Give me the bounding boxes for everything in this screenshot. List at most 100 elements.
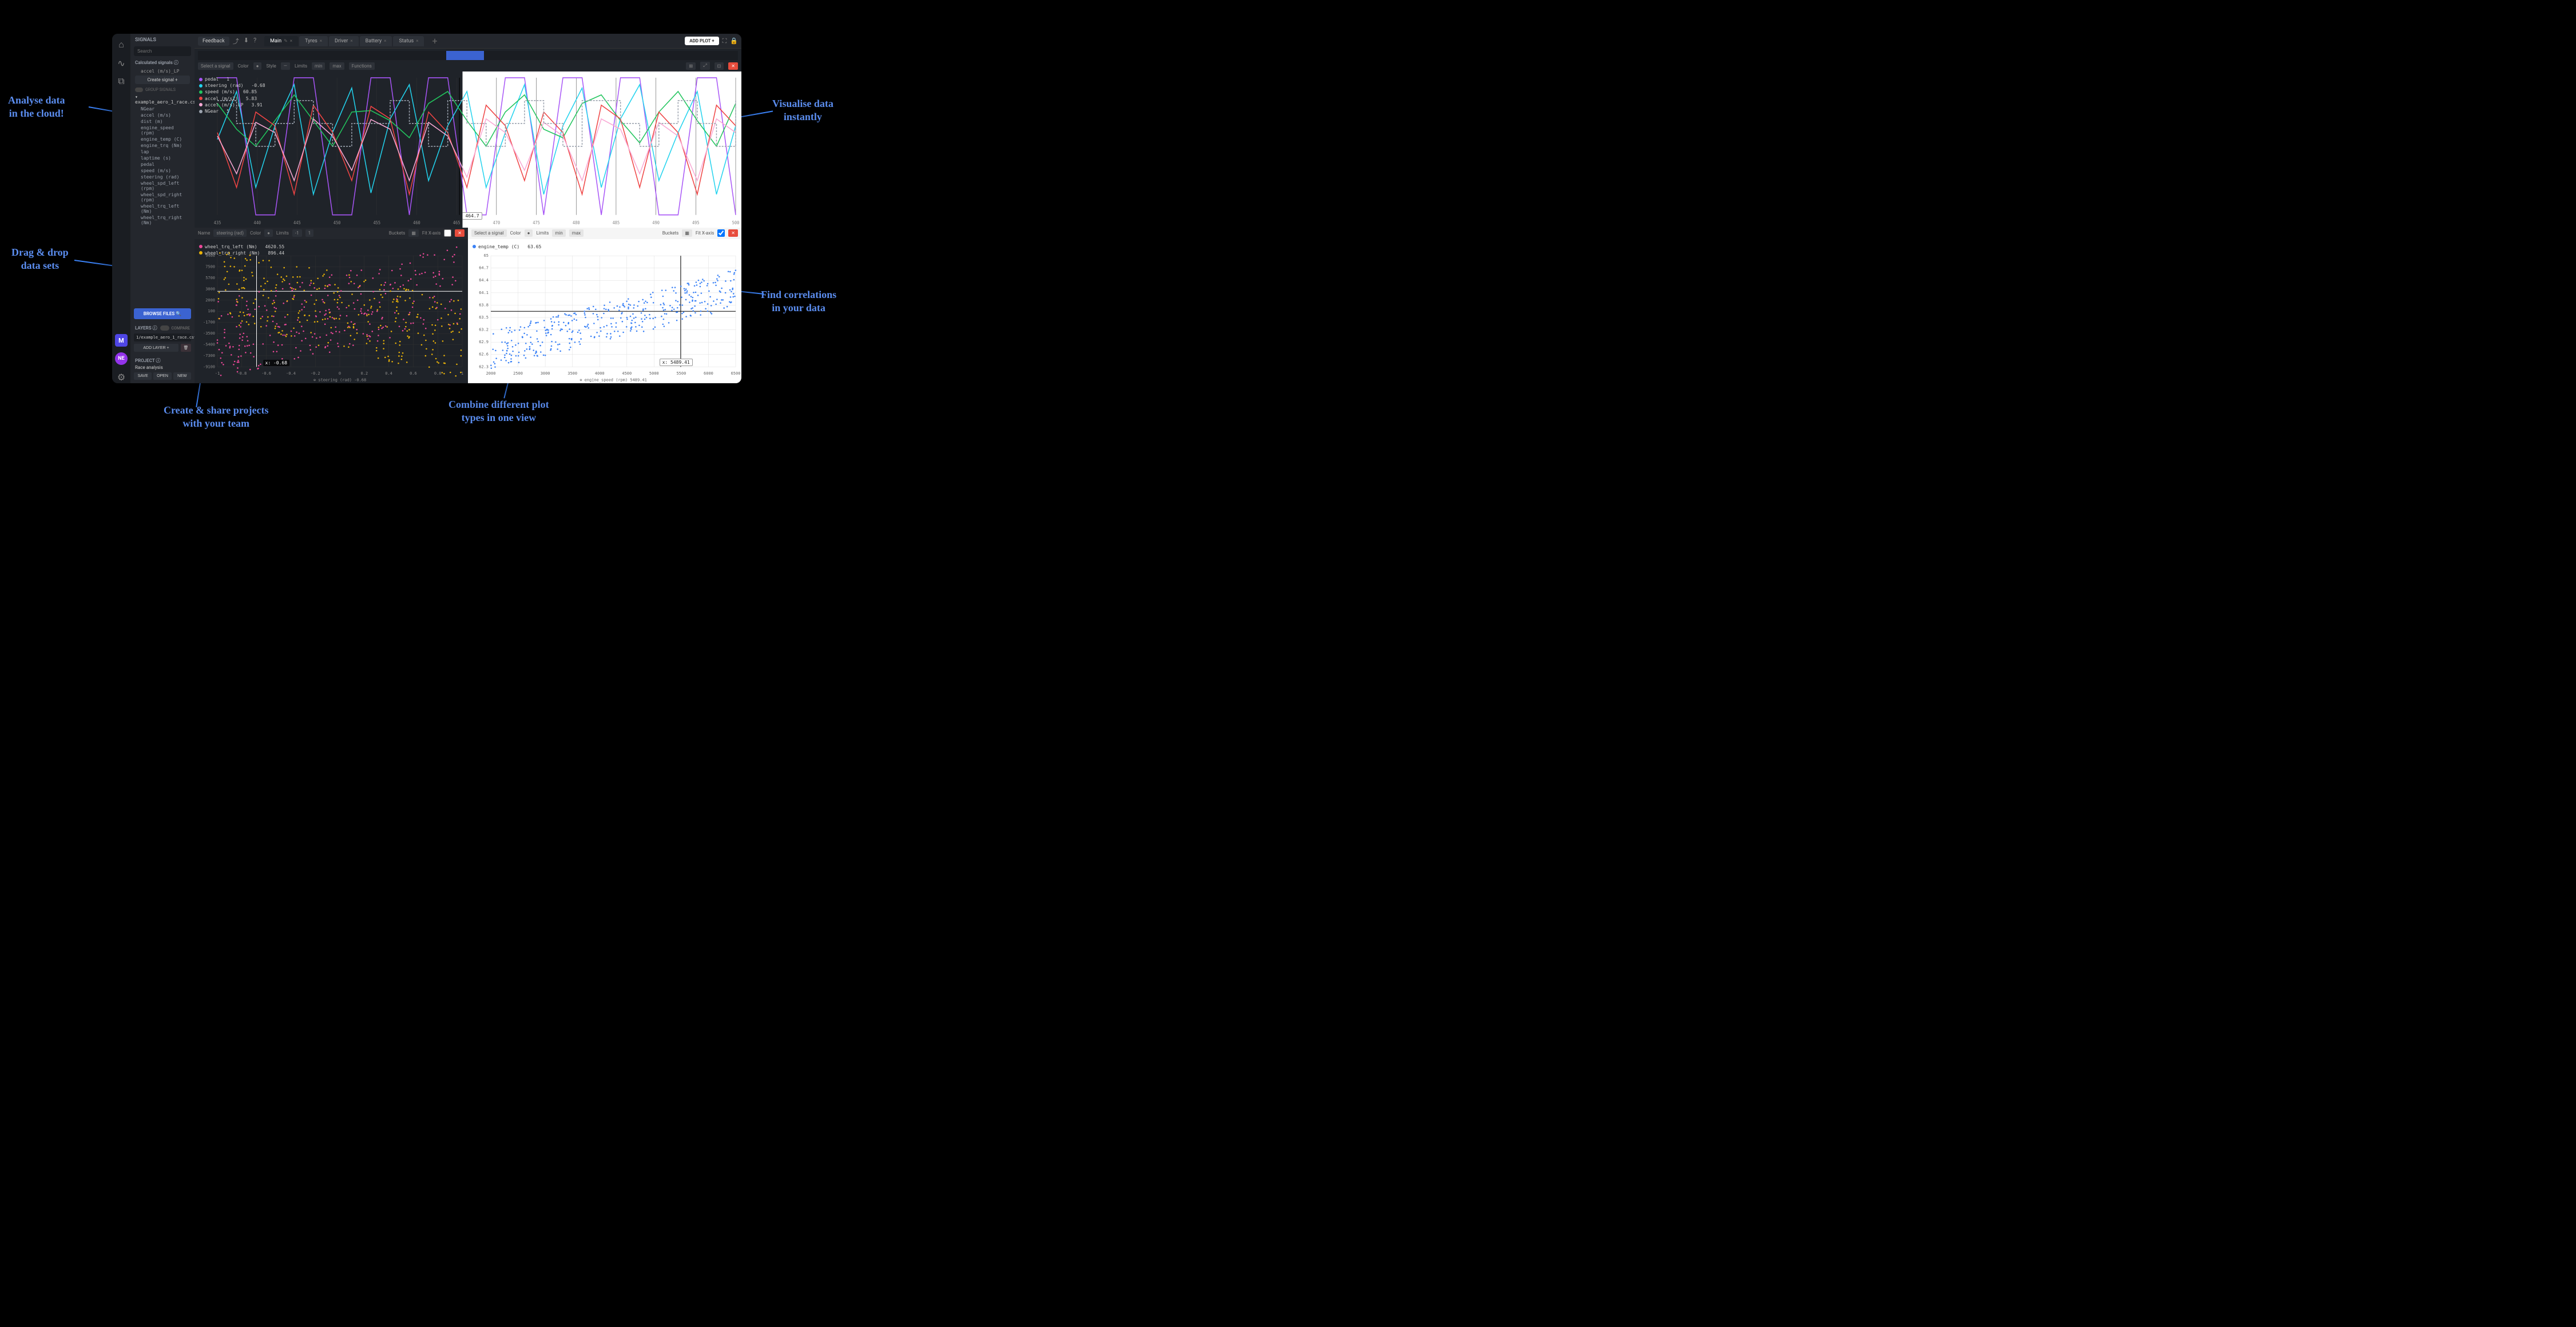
signal-item[interactable]: NGear (133, 106, 192, 112)
minimap[interactable] (198, 51, 738, 60)
plot-tool-icon[interactable]: ⊡ (715, 62, 724, 70)
tab-driver[interactable]: Driver× (329, 36, 359, 46)
browse-files-button[interactable]: BROWSE FILES 🔍 (134, 308, 191, 319)
legend-row[interactable]: pedal1 (199, 76, 265, 82)
svg-text:450: 450 (334, 220, 341, 225)
signal-item[interactable]: wheel_spd_right (rpm) (133, 192, 192, 203)
top-timeseries-plot[interactable]: 4354404454504554604654704754804854904955… (195, 71, 741, 228)
signal-item[interactable]: engine_trq (Nm) (133, 142, 192, 149)
home-icon[interactable]: ⌂ (115, 38, 128, 51)
br-fitx-checkbox[interactable] (717, 229, 725, 237)
signal-item[interactable]: speed (m/s) (133, 168, 192, 174)
svg-text:3500: 3500 (567, 371, 577, 376)
legend-row[interactable]: accel (m/s)_LP3.91 (199, 102, 265, 108)
br-plot-area[interactable]: 2000250030003500400045005000550060006500… (468, 239, 741, 384)
signal-item[interactable]: dist (m) (133, 118, 192, 125)
limit-min[interactable]: min (312, 62, 325, 70)
legend-row[interactable]: wheel_trq_right (Nm)896.44 (199, 250, 284, 256)
br-signal-select[interactable]: Select a signal (471, 229, 507, 237)
signal-item[interactable]: accel (m/s) (133, 112, 192, 118)
layer-select[interactable]: 1/example_aero_1_race.csv (134, 333, 191, 341)
signals-icon[interactable]: ∿ (115, 57, 128, 69)
legend-row[interactable]: accel (m/s2)5.83 (199, 96, 265, 102)
signal-item[interactable]: wheel_trq_right (Nm) (133, 214, 192, 226)
limit-max[interactable]: max (330, 62, 344, 70)
share-icon[interactable]: ⤴ (233, 37, 239, 46)
add-layer-button[interactable]: ADD LAYER + (134, 344, 178, 352)
bl-name-select[interactable]: steering (rad) (213, 229, 247, 237)
bl-buckets[interactable]: ▦ (408, 229, 419, 237)
bl-max[interactable]: 1 (305, 229, 314, 237)
bl-plot-area[interactable]: -1-0.8-0.6-0.4-0.200.20.40.60.81-9100-73… (195, 239, 468, 384)
minimap-selection[interactable] (446, 51, 484, 60)
dataset-group[interactable]: ▾ example_aero_1_race.csv (133, 93, 192, 106)
plot-tool-icon[interactable]: ⤢ (700, 62, 709, 70)
signal-item[interactable]: engine_speed (rpm) (133, 125, 192, 136)
signal-item[interactable]: wheel_trq_left (Nm) (133, 203, 192, 214)
create-signal-button[interactable]: Create signal + (135, 76, 190, 84)
open-button[interactable]: OPEN (153, 372, 171, 380)
project-name: Race analysis (134, 364, 191, 371)
signal-item[interactable]: wheel_spd_left (rpm) (133, 180, 192, 192)
delete-layer-button[interactable]: 🗑 (181, 344, 191, 352)
legend-row[interactable]: steering (rad)-0.68 (199, 82, 265, 89)
br-color[interactable]: ● (525, 229, 533, 237)
signals-search-input[interactable] (134, 46, 191, 56)
add-tab-button[interactable]: + (427, 34, 442, 49)
functions-button[interactable]: Functions (349, 62, 375, 70)
search-input-wrap (130, 46, 195, 58)
select-signal-button[interactable]: Select a signal (198, 62, 233, 70)
tab-main[interactable]: Main✎× (264, 36, 298, 46)
svg-text:-1: -1 (215, 371, 220, 376)
legend-row[interactable]: speed (m/s)60.85 (199, 89, 265, 95)
bl-fitx-checkbox[interactable] (444, 229, 451, 237)
add-plot-button[interactable]: ADD PLOT + (685, 37, 719, 45)
svg-text:64.7: 64.7 (479, 265, 489, 270)
br-min[interactable]: min (552, 229, 565, 237)
lock-icon[interactable]: 🔒 (730, 37, 738, 45)
group-signals-toggle[interactable]: GROUP SIGNALS (135, 88, 190, 92)
signal-item[interactable]: steering (rad) (133, 174, 192, 180)
compare-toggle[interactable]: COMPARE (160, 325, 190, 331)
zoom-to-fit-icon[interactable]: ⛶ (723, 37, 727, 45)
main-panel: Feedback ⤴ ⬇ ? Main✎×Tyres×Driver×Batter… (195, 34, 741, 383)
legend-row[interactable]: wheel_trq_left (Nm)4620.55 (199, 244, 284, 250)
signal-item[interactable]: laptime (s) (133, 155, 192, 161)
annotation-dnd: Drag & drop data sets (11, 246, 69, 272)
svg-text:3000: 3000 (541, 371, 550, 376)
search-data-icon[interactable]: ⧉ (115, 75, 128, 88)
close-plot-button[interactable]: ✕ (728, 229, 738, 237)
new-button[interactable]: NEW (173, 372, 191, 380)
calc-signal-item[interactable]: accel (m/s)_LP (133, 68, 192, 74)
bl-color[interactable]: ● (264, 229, 273, 237)
bottom-right-scatter: Select a signal Color● Limits min max Bu… (468, 228, 741, 384)
br-buckets[interactable]: ▦ (682, 229, 692, 237)
plot-tool-icon[interactable]: ⊞ (686, 62, 696, 70)
close-plot-button[interactable]: ✕ (455, 229, 465, 237)
bl-min[interactable]: -1 (292, 229, 302, 237)
signal-item[interactable]: engine_temp (C) (133, 136, 192, 142)
download-icon[interactable]: ⬇ (244, 37, 249, 46)
help-icon[interactable]: ? (253, 37, 256, 46)
feedback-button[interactable]: Feedback (198, 37, 229, 46)
style-picker[interactable]: — (281, 62, 290, 70)
plots-grid: 4354404454504554604654704754804854904955… (195, 71, 741, 383)
svg-text:6000: 6000 (704, 371, 713, 376)
svg-text:1: 1 (461, 371, 463, 376)
tab-status[interactable]: Status× (393, 36, 424, 46)
tab-tyres[interactable]: Tyres× (299, 36, 328, 46)
settings-icon[interactable]: ⚙ (115, 371, 128, 383)
close-plot-button[interactable]: ✕ (728, 62, 738, 70)
svg-text:-9100: -9100 (203, 364, 215, 369)
app-logo-icon[interactable]: M (115, 334, 128, 347)
save-button[interactable]: SAVE (134, 372, 152, 380)
user-avatar[interactable]: NE (115, 352, 128, 365)
br-plot-head: Select a signal Color● Limits min max Bu… (468, 228, 741, 239)
color-picker[interactable]: ● (253, 62, 262, 70)
signal-item[interactable]: pedal (133, 161, 192, 168)
legend-row[interactable]: engine_temp (C)63.65 (473, 244, 541, 250)
br-max[interactable]: max (569, 229, 584, 237)
legend-row[interactable]: NGear5 (199, 108, 265, 114)
signal-item[interactable]: lap (133, 149, 192, 155)
tab-battery[interactable]: Battery× (360, 36, 392, 46)
